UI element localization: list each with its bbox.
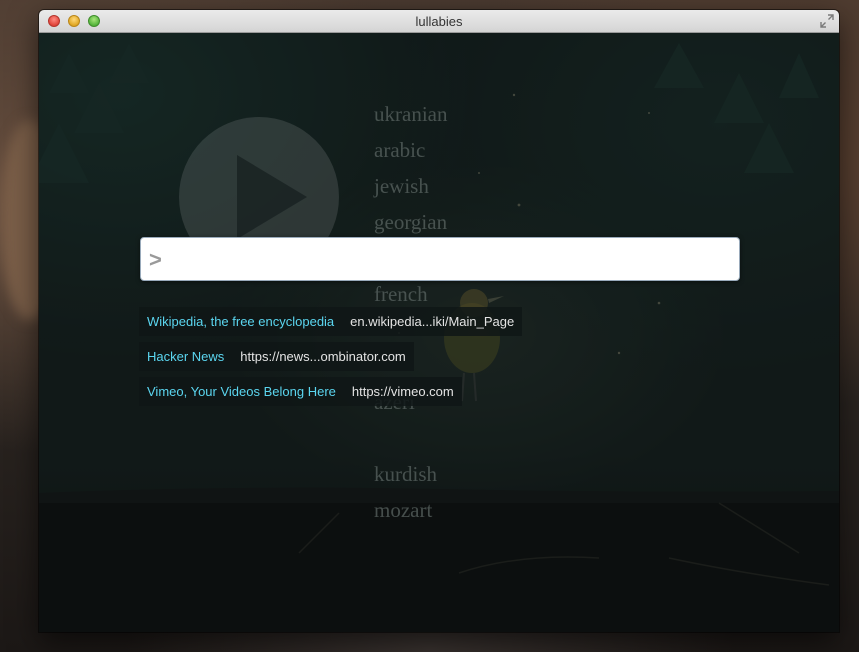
language-item[interactable]: jewish [374, 168, 447, 204]
result-item[interactable]: Wikipedia, the free encyclopedia en.wiki… [139, 307, 523, 336]
language-item[interactable]: arabic [374, 132, 447, 168]
result-item[interactable]: Vimeo, Your Videos Belong Here https://v… [139, 377, 462, 406]
window-title: lullabies [415, 14, 463, 29]
language-item[interactable]: ukranian [374, 96, 447, 132]
search-bar[interactable]: > [140, 237, 740, 281]
title-bar[interactable]: lullabies [39, 10, 839, 33]
result-title[interactable]: Vimeo, Your Videos Belong Here [147, 384, 336, 399]
result-url: https://news...ombinator.com [240, 349, 406, 364]
app-window: lullabies ukranian arabic jewish georgia… [39, 10, 839, 632]
result-title[interactable]: Wikipedia, the free encyclopedia [147, 314, 334, 329]
results-list: Wikipedia, the free encyclopedia en.wiki… [139, 307, 523, 412]
result-item[interactable]: Hacker News https://news...ombinator.com [139, 342, 414, 371]
language-item[interactable] [374, 420, 447, 456]
result-url: en.wikipedia...iki/Main_Page [350, 314, 515, 329]
language-item[interactable]: georgian [374, 204, 447, 240]
prompt-icon: > [149, 247, 162, 272]
language-item[interactable]: mozart [374, 492, 447, 528]
result-title[interactable]: Hacker News [147, 349, 224, 364]
language-item[interactable]: kurdish [374, 456, 447, 492]
app-content: ukranian arabic jewish georgian french a… [39, 33, 839, 632]
fullscreen-icon[interactable] [820, 14, 834, 28]
search-input[interactable] [171, 246, 730, 274]
result-url: https://vimeo.com [351, 384, 454, 399]
